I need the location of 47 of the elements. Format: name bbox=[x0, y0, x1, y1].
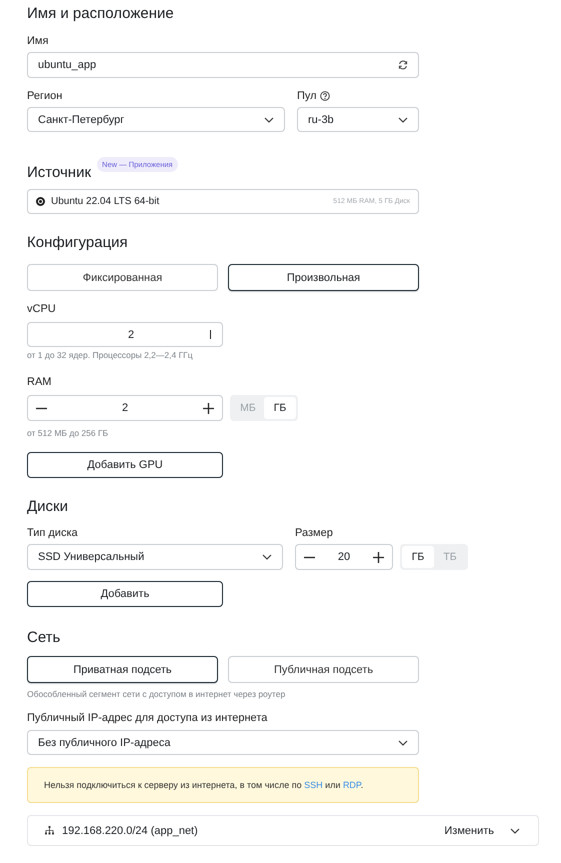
ubuntu-icon bbox=[36, 197, 45, 206]
add-gpu-button[interactable]: Добавить GPU bbox=[27, 452, 223, 478]
select-field[interactable]: Без публичного IP-адреса bbox=[27, 730, 419, 755]
hint-text: от 512 МБ до 256 ГБ bbox=[27, 428, 108, 438]
field-label: vCPU bbox=[27, 302, 56, 316]
plus-icon bbox=[373, 552, 384, 562]
field-label: Пул bbox=[297, 89, 317, 103]
unit-option[interactable]: ГБ bbox=[264, 397, 296, 419]
field-label: Тип диска bbox=[27, 526, 79, 540]
chevron-down-icon bbox=[398, 740, 408, 746]
number-stepper[interactable]: 20 bbox=[295, 544, 393, 570]
option-toggle[interactable]: Публичная подсеть bbox=[228, 656, 419, 683]
plus-icon bbox=[203, 402, 214, 414]
option-toggle[interactable]: Фиксированная bbox=[27, 264, 218, 291]
warning-text: Нельзя подключиться к серверу из интернета, в том числе по SSH или RDP. bbox=[44, 780, 364, 790]
hint-text: от 1 до 32 ядер. Процессоры 2,2—2,4 ГГц bbox=[27, 350, 193, 360]
number-stepper[interactable]: 2 bbox=[27, 395, 223, 421]
section-heading: Источник bbox=[27, 163, 92, 183]
field-label: Имя bbox=[27, 34, 48, 48]
unit-option[interactable]: ГБ bbox=[402, 546, 434, 568]
subnet-text: 192.168.220.0/24 (app_net) bbox=[62, 824, 199, 836]
chevron-down-icon bbox=[510, 828, 520, 834]
option-toggle[interactable]: Произвольная bbox=[228, 264, 419, 291]
vcpu-field[interactable]: 2 bbox=[27, 322, 223, 347]
add-disk-button[interactable]: Добавить bbox=[27, 581, 223, 607]
chevron-down-icon bbox=[264, 116, 274, 122]
section-heading: Диски bbox=[27, 497, 68, 517]
select-field[interactable]: ru-3b bbox=[297, 107, 419, 132]
cursor-icon bbox=[210, 330, 212, 339]
chevron-down-icon bbox=[398, 116, 408, 122]
option-toggle[interactable]: Приватная подсеть bbox=[27, 656, 218, 683]
section-heading: Сеть bbox=[27, 628, 60, 648]
field-label: Размер bbox=[295, 526, 334, 540]
field-label: RAM bbox=[27, 375, 52, 389]
change-button[interactable]: Изменить bbox=[444, 824, 494, 836]
section-heading: Конфигурация bbox=[27, 233, 128, 253]
help-icon bbox=[320, 91, 330, 101]
field-label: Публичный IP-адрес для доступа из интернета bbox=[27, 711, 268, 725]
hint-text: Обособленный сегмент сети с доступом в интернет через роутер bbox=[27, 689, 286, 699]
network-icon bbox=[45, 826, 54, 835]
name-field[interactable]: ubuntu_app bbox=[27, 52, 419, 78]
select-field[interactable]: SSD Универсальный bbox=[27, 544, 283, 570]
chevron-down-icon bbox=[262, 554, 272, 560]
select-field[interactable]: Санкт-Петербург bbox=[27, 107, 285, 132]
refresh-icon bbox=[398, 60, 408, 70]
section-heading: Имя и расположение bbox=[27, 4, 174, 24]
field-label: Регион bbox=[27, 89, 64, 103]
